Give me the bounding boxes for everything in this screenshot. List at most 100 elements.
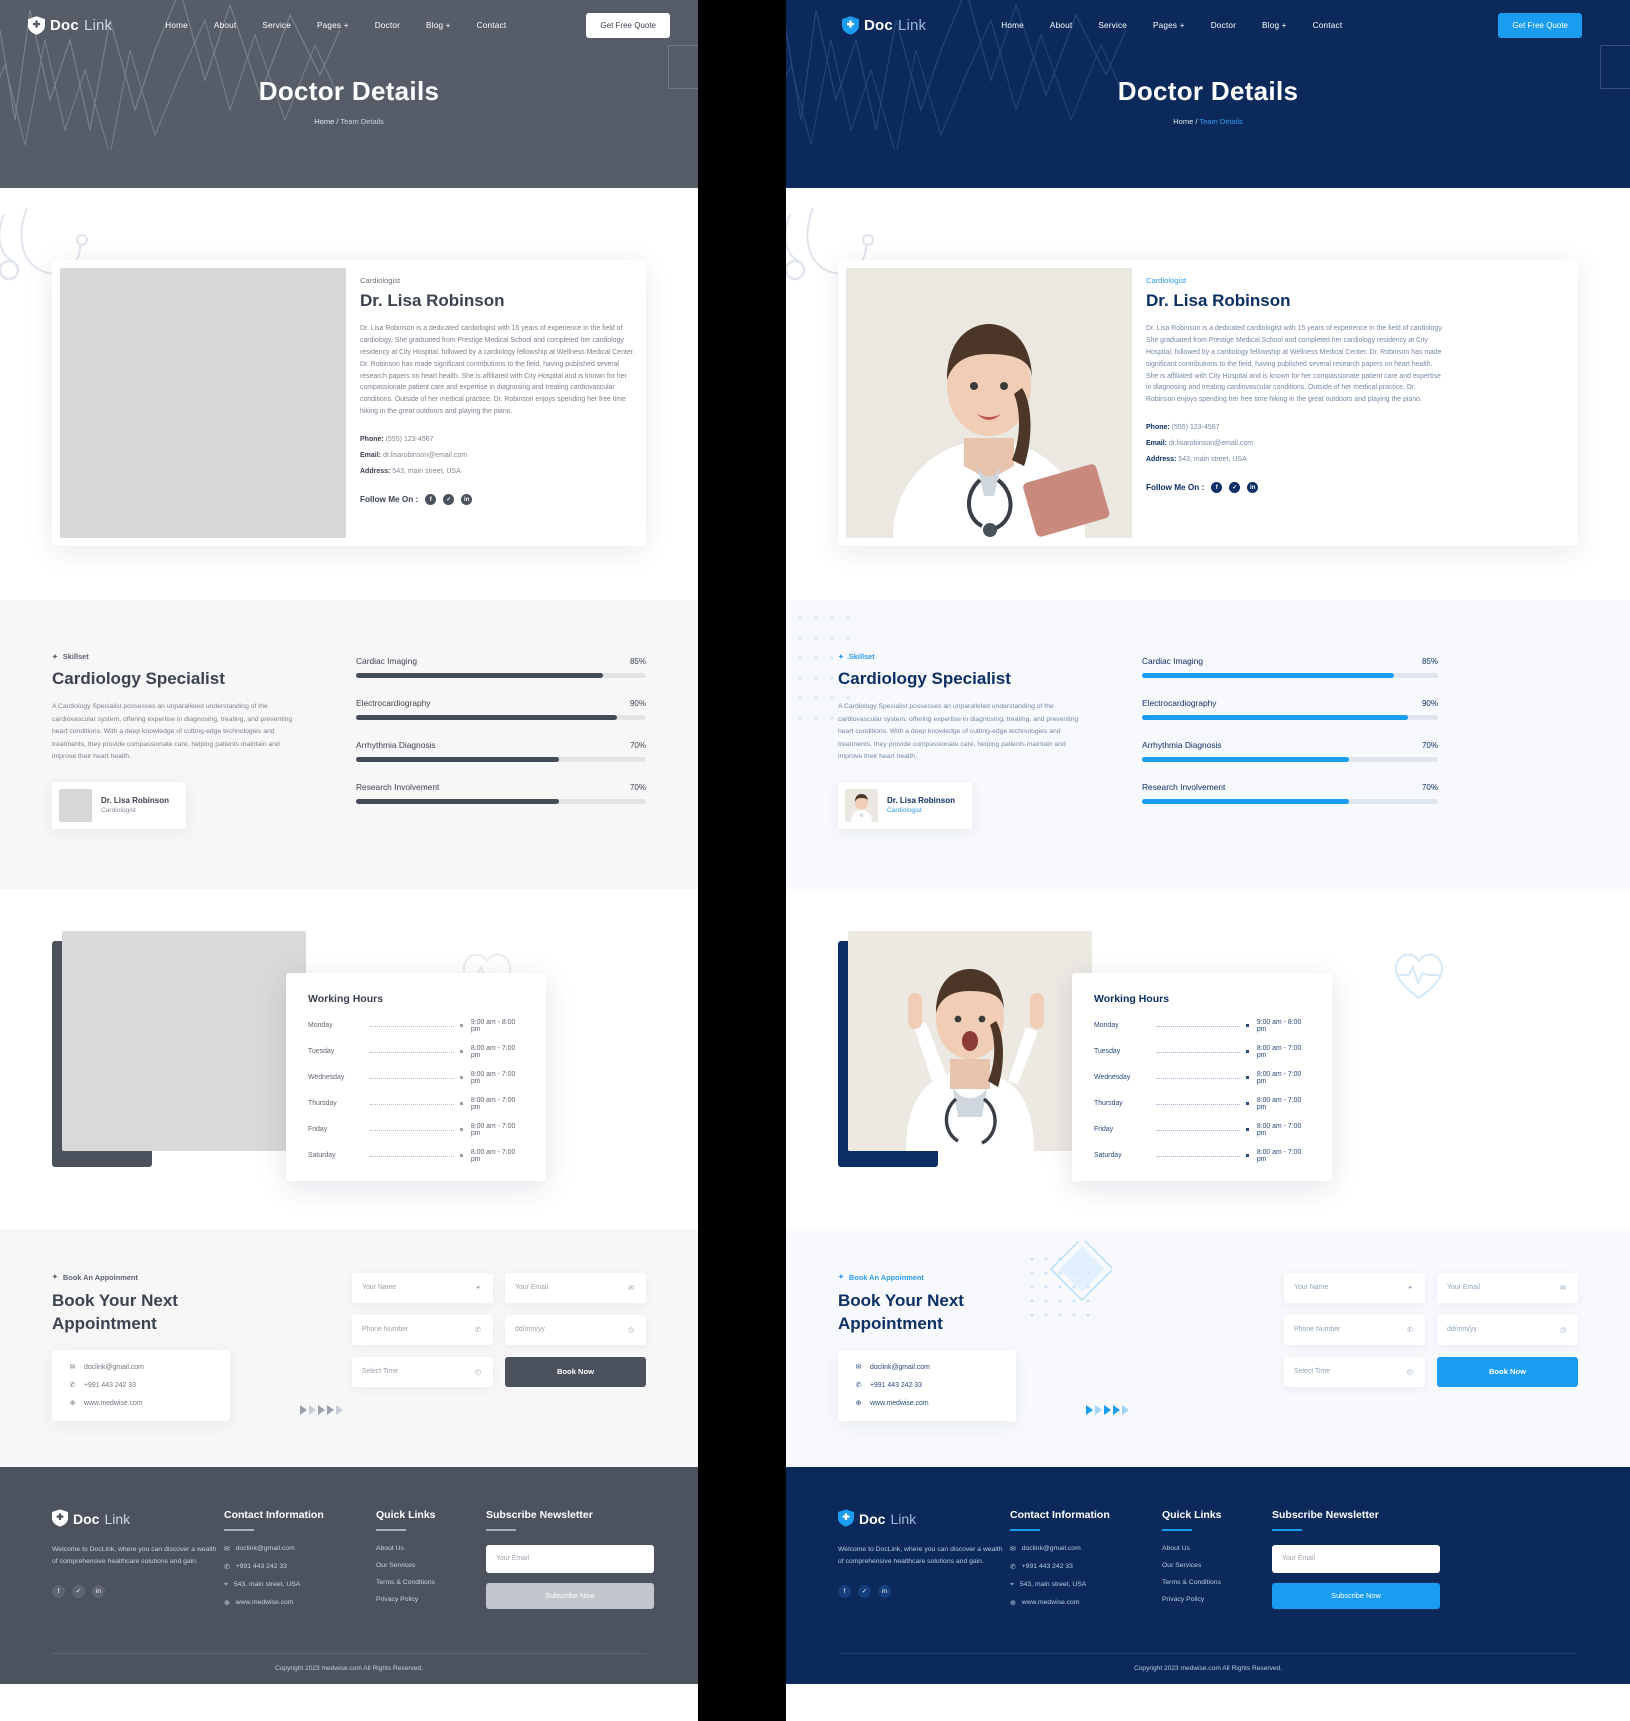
nav-item-doctor[interactable]: Doctor: [362, 21, 413, 30]
facebook-icon[interactable]: f: [52, 1584, 65, 1598]
hours-time: 8:00 am - 7:00 pm: [470, 1096, 516, 1111]
heading-underline: [1010, 1528, 1040, 1531]
footer-contact-phone[interactable]: +991 443 242 33: [236, 1563, 287, 1570]
linkedin-icon[interactable]: in: [461, 494, 473, 506]
newsletter-email-input[interactable]: Your Email: [486, 1544, 654, 1573]
skillset-tag: ✦ Skillset: [52, 652, 300, 661]
facebook-icon[interactable]: f: [838, 1584, 851, 1598]
nav-item-contact[interactable]: Contact: [464, 21, 520, 30]
nav-item-about[interactable]: About: [1037, 21, 1085, 30]
hours-day: Thursday: [1094, 1100, 1123, 1108]
nav-item-about[interactable]: About: [201, 21, 249, 30]
footer-link-terms[interactable]: Terms & Conditions: [1162, 1579, 1272, 1586]
nav-item-home[interactable]: Home: [988, 21, 1037, 30]
leader-dot: [1246, 1102, 1249, 1106]
dotted-leader: [1156, 1104, 1240, 1106]
twitter-icon[interactable]: ✓: [443, 494, 455, 506]
booking-heading-line1: Book Your Next: [838, 1290, 964, 1310]
facebook-icon[interactable]: f: [425, 494, 437, 506]
name-field[interactable]: Your Name ◕: [1284, 1272, 1425, 1303]
skill-label: Electrocardiography: [356, 698, 431, 708]
twitter-icon[interactable]: ✓: [1229, 482, 1241, 494]
heading-underline: [1272, 1528, 1302, 1531]
skillset-doctor-chip[interactable]: Dr. Lisa Robinson Cardiologist: [838, 781, 972, 829]
book-now-button[interactable]: Book Now: [1437, 1356, 1578, 1387]
breadcrumb-home[interactable]: Home: [1173, 117, 1193, 126]
phone-field[interactable]: Phone Number ✆: [352, 1314, 493, 1345]
nav-item-blog[interactable]: Blog +: [413, 21, 464, 30]
subscribe-now-button[interactable]: Subscribe Now: [486, 1582, 654, 1609]
subscribe-now-button[interactable]: Subscribe Now: [1272, 1582, 1440, 1609]
nav-item-pages[interactable]: Pages +: [1140, 21, 1198, 30]
globe-icon: ⊕: [69, 1400, 76, 1408]
skillset-tag-label: Skillset: [62, 652, 89, 661]
nav-item-home[interactable]: Home: [152, 21, 201, 30]
footer-link-terms[interactable]: Terms & Conditions: [376, 1579, 486, 1586]
site-footer: Doc Link Welcome to DocLink, where you ca…: [786, 1466, 1630, 1684]
footer-link-privacy[interactable]: Privacy Policy: [1162, 1596, 1272, 1603]
date-field[interactable]: dd/mm/yy ◷: [1437, 1314, 1578, 1345]
skillset-heading: Cardiology Specialist: [52, 669, 225, 688]
footer-link-services[interactable]: Our Services: [1162, 1562, 1272, 1569]
hours-day: Friday: [308, 1126, 328, 1134]
contact-web-text[interactable]: www.medwise.com: [870, 1400, 929, 1407]
sparkle-icon: ✦: [52, 653, 58, 661]
brand-logo[interactable]: Doc Link: [842, 15, 926, 35]
newsletter-placeholder: Your Email: [1282, 1555, 1316, 1563]
get-free-quote-button[interactable]: Get Free Quote: [1498, 12, 1582, 38]
footer-link-about[interactable]: About Us: [376, 1545, 486, 1552]
footer-contact-email[interactable]: doclink@gmail.com: [1022, 1545, 1081, 1552]
dotted-leader: [1156, 1156, 1240, 1158]
footer-link-services[interactable]: Our Services: [376, 1562, 486, 1569]
footer-contact-web[interactable]: www.medwise.com: [1022, 1599, 1080, 1606]
doctor-photo-secondary: [848, 930, 1092, 1151]
booking-tag-label: Book An Appoinment: [62, 1272, 138, 1282]
time-field[interactable]: Select Time ◴: [352, 1356, 493, 1387]
footer-link-privacy[interactable]: Privacy Policy: [376, 1596, 486, 1603]
hours-day: Wednesday: [1094, 1074, 1131, 1082]
contact-email-text[interactable]: doclink@gmail.com: [84, 1364, 144, 1371]
footer-quicklinks-column: Quick Links About Us Our Services Terms …: [1162, 1509, 1272, 1617]
skill-bar-track: [356, 715, 646, 720]
linkedin-icon[interactable]: in: [92, 1584, 105, 1598]
contact-web-text[interactable]: www.medwise.com: [84, 1400, 143, 1407]
hours-time: 8:00 am - 7:00 pm: [470, 1070, 516, 1085]
footer-contact-email[interactable]: doclink@gmail.com: [236, 1545, 295, 1552]
get-free-quote-button[interactable]: Get Free Quote: [586, 12, 670, 38]
footer-contact-phone[interactable]: +991 443 242 33: [1022, 1563, 1073, 1570]
linkedin-icon[interactable]: in: [878, 1584, 891, 1598]
nav-item-service[interactable]: Service: [249, 21, 304, 30]
twitter-icon[interactable]: ✓: [858, 1584, 871, 1598]
brand-logo[interactable]: Doc Link: [28, 15, 112, 35]
facebook-icon[interactable]: f: [1211, 482, 1223, 494]
skillset-doctor-chip[interactable]: Dr. Lisa Robinson Cardiologist: [52, 781, 186, 829]
footer-link-about[interactable]: About Us: [1162, 1545, 1272, 1552]
contact-phone-text[interactable]: +991 443 242 33: [870, 1382, 922, 1389]
footer-contact-item: ✆ +991 443 242 33: [1010, 1563, 1162, 1571]
name-field[interactable]: Your Name ◕: [352, 1272, 493, 1303]
footer-contact-web[interactable]: www.medwise.com: [236, 1599, 294, 1606]
email-field[interactable]: Your Email ✉: [505, 1272, 646, 1303]
phone-field[interactable]: Phone Number ✆: [1284, 1314, 1425, 1345]
date-field[interactable]: dd/mm/yy ◷: [505, 1314, 646, 1345]
contact-email-text[interactable]: doclink@gmail.com: [870, 1364, 930, 1371]
nav-item-service[interactable]: Service: [1085, 21, 1140, 30]
linkedin-icon[interactable]: in: [1247, 482, 1259, 494]
email-field[interactable]: Your Email ✉: [1437, 1272, 1578, 1303]
book-now-button[interactable]: Book Now: [505, 1356, 646, 1387]
doctor-photo-secondary: [62, 930, 306, 1151]
doctor-role: Cardiologist: [1146, 276, 1187, 285]
nav-item-blog[interactable]: Blog +: [1249, 21, 1300, 30]
footer-logo[interactable]: Doc Link: [52, 1509, 224, 1530]
shield-cross-icon: [52, 1509, 68, 1530]
heading-underline: [486, 1528, 516, 1531]
nav-item-pages[interactable]: Pages +: [304, 21, 362, 30]
footer-logo[interactable]: Doc Link: [838, 1509, 1010, 1530]
twitter-icon[interactable]: ✓: [72, 1584, 85, 1598]
nav-item-doctor[interactable]: Doctor: [1198, 21, 1249, 30]
newsletter-email-input[interactable]: Your Email: [1272, 1544, 1440, 1573]
working-hours-title: Working Hours: [1094, 992, 1170, 1005]
contact-phone-text[interactable]: +991 443 242 33: [84, 1382, 136, 1389]
time-field[interactable]: Select Time ◴: [1284, 1356, 1425, 1387]
nav-item-contact[interactable]: Contact: [1300, 21, 1356, 30]
